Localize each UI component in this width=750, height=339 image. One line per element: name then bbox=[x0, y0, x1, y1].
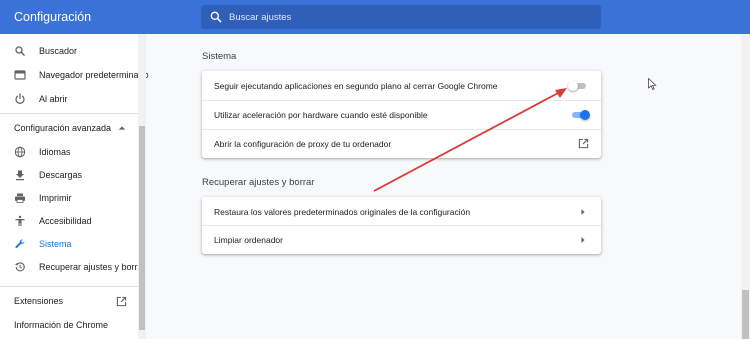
history-icon bbox=[15, 262, 25, 272]
row-label: Utilizar aceleración por hardware cuando… bbox=[214, 110, 428, 120]
sidebar-item-informacion[interactable]: Información de Chrome bbox=[0, 314, 138, 336]
sidebar-item-accesibilidad[interactable]: Accesibilidad bbox=[0, 210, 138, 232]
section-title-recuperar: Recuperar ajustes y borrar bbox=[202, 177, 315, 188]
sidebar-item-label: Imprimir bbox=[39, 193, 72, 203]
sidebar-item-label: Navegador predeterminado bbox=[39, 70, 149, 80]
sidebar-divider bbox=[0, 286, 138, 287]
sidebar-item-descargas[interactable]: Descargas bbox=[0, 164, 138, 186]
sidebar-item-label: Sistema bbox=[39, 239, 72, 249]
sidebar: Buscador Navegador predeterminado Al abr… bbox=[0, 34, 149, 339]
sidebar-item-idiomas[interactable]: Idiomas bbox=[0, 141, 138, 163]
caret-up-icon bbox=[118, 126, 126, 130]
sidebar-advanced-toggle[interactable]: Configuración avanzada bbox=[0, 117, 138, 139]
sidebar-item-label: Al abrir bbox=[39, 94, 68, 104]
sidebar-item-al-abrir[interactable]: Al abrir bbox=[0, 88, 138, 110]
sidebar-scrollbar-thumb[interactable] bbox=[139, 126, 145, 330]
sidebar-extensions-label: Extensiones bbox=[14, 296, 64, 306]
browser-window-icon bbox=[14, 70, 26, 80]
sidebar-advanced-header: Configuración avanzada bbox=[14, 123, 112, 133]
row-restore-defaults[interactable]: Restaura los valores predeterminados ori… bbox=[202, 197, 601, 226]
search-box[interactable] bbox=[201, 5, 601, 29]
row-label: Abrir la configuración de proxy de tu or… bbox=[214, 139, 392, 149]
accessibility-icon bbox=[15, 215, 25, 226]
sidebar-item-sistema[interactable]: Sistema bbox=[0, 233, 138, 255]
system-card: Seguir ejecutando aplicaciones en segund… bbox=[202, 71, 601, 158]
external-link-icon bbox=[116, 296, 127, 306]
app-title: Configuración bbox=[14, 10, 92, 24]
sidebar-item-label: Accesibilidad bbox=[39, 216, 92, 226]
section-title-sistema: Sistema bbox=[202, 51, 237, 62]
sidebar-item-extensiones[interactable]: Extensiones bbox=[0, 290, 138, 312]
row-hardware-acceleration[interactable]: Utilizar aceleración por hardware cuando… bbox=[202, 100, 601, 129]
sidebar-divider bbox=[0, 113, 138, 114]
sidebar-item-buscador[interactable]: Buscador bbox=[0, 40, 138, 62]
globe-icon bbox=[14, 146, 26, 158]
wrench-icon bbox=[15, 239, 25, 249]
top-bar: Configuración bbox=[0, 0, 750, 34]
sidebar-item-label: Idiomas bbox=[39, 147, 71, 157]
row-label: Restaura los valores predeterminados ori… bbox=[214, 207, 471, 217]
background-apps-toggle[interactable] bbox=[568, 81, 588, 91]
sidebar-about-label: Información de Chrome bbox=[14, 320, 109, 330]
printer-icon bbox=[15, 193, 25, 203]
external-link-icon[interactable] bbox=[578, 138, 589, 149]
search-icon bbox=[210, 11, 222, 23]
search-icon bbox=[15, 46, 25, 56]
sidebar-item-recuperar[interactable]: Recuperar ajustes y borrar bbox=[0, 256, 146, 278]
chevron-right-icon bbox=[581, 209, 585, 215]
sidebar-item-label: Recuperar ajustes y borrar bbox=[39, 262, 146, 272]
chevron-right-icon bbox=[581, 237, 585, 243]
hardware-acceleration-toggle[interactable] bbox=[570, 110, 590, 120]
sidebar-item-label: Buscador bbox=[39, 46, 78, 56]
sidebar-item-imprimir[interactable]: Imprimir bbox=[0, 187, 138, 209]
row-clean-computer[interactable]: Limpiar ordenador bbox=[202, 225, 601, 254]
sidebar-item-navegador[interactable]: Navegador predeterminado bbox=[0, 64, 149, 86]
sidebar-item-label: Descargas bbox=[39, 170, 83, 180]
mouse-cursor-icon bbox=[648, 78, 657, 90]
download-icon bbox=[16, 170, 24, 181]
row-background-apps[interactable]: Seguir ejecutando aplicaciones en segund… bbox=[202, 71, 601, 100]
row-label: Seguir ejecutando aplicaciones en segund… bbox=[214, 81, 498, 91]
row-proxy-settings[interactable]: Abrir la configuración de proxy de tu or… bbox=[202, 129, 601, 158]
search-input[interactable] bbox=[229, 5, 589, 29]
power-icon bbox=[15, 93, 25, 105]
reset-card: Restaura los valores predeterminados ori… bbox=[202, 197, 601, 254]
row-label: Limpiar ordenador bbox=[214, 235, 283, 245]
page-scrollbar-thumb[interactable] bbox=[742, 290, 749, 339]
